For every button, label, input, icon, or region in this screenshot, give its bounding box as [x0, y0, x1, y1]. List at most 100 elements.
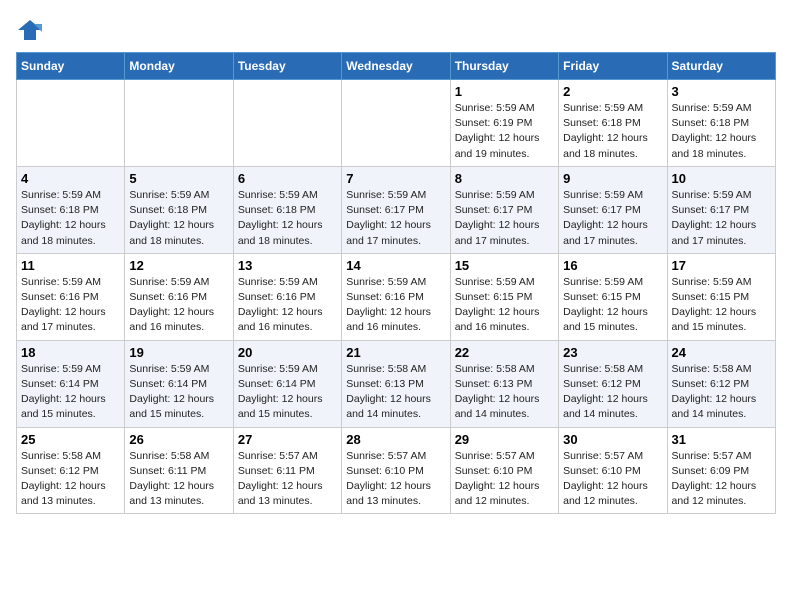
- calendar-cell: 11 Sunrise: 5:59 AM Sunset: 6:16 PM Dayli…: [17, 253, 125, 340]
- day-info: Sunrise: 5:59 AM Sunset: 6:18 PM Dayligh…: [129, 188, 228, 249]
- day-number: 6: [238, 171, 337, 186]
- calendar-cell: 14 Sunrise: 5:59 AM Sunset: 6:16 PM Dayli…: [342, 253, 450, 340]
- calendar-cell: 29 Sunrise: 5:57 AM Sunset: 6:10 PM Dayli…: [450, 427, 558, 514]
- day-number: 28: [346, 432, 445, 447]
- calendar-cell: 30Sunrise: 5:57 AM Sunset: 6:10 PM Dayli…: [559, 427, 667, 514]
- calendar-cell: 17 Sunrise: 5:59 AM Sunset: 6:15 PM Dayli…: [667, 253, 775, 340]
- weekday-header-friday: Friday: [559, 53, 667, 80]
- calendar-cell: 5Sunrise: 5:59 AM Sunset: 6:18 PM Daylig…: [125, 166, 233, 253]
- day-number: 29: [455, 432, 554, 447]
- calendar-cell: 12 Sunrise: 5:59 AM Sunset: 6:16 PM Dayli…: [125, 253, 233, 340]
- calendar-cell: 22Sunrise: 5:58 AM Sunset: 6:13 PM Dayli…: [450, 340, 558, 427]
- day-info: Sunrise: 5:59 AM Sunset: 6:14 PM Dayligh…: [238, 362, 337, 423]
- calendar-cell: 7 Sunrise: 5:59 AM Sunset: 6:17 PM Daylig…: [342, 166, 450, 253]
- day-number: 1: [455, 84, 554, 99]
- weekday-header-row: SundayMondayTuesdayWednesdayThursdayFrid…: [17, 53, 776, 80]
- day-info: Sunrise: 5:59 AM Sunset: 6:19 PM Dayligh…: [455, 101, 554, 162]
- calendar-cell: 1 Sunrise: 5:59 AM Sunset: 6:19 PM Daylig…: [450, 80, 558, 167]
- day-info: Sunrise: 5:58 AM Sunset: 6:13 PM Dayligh…: [346, 362, 445, 423]
- day-info: Sunrise: 5:59 AM Sunset: 6:18 PM Dayligh…: [672, 101, 771, 162]
- day-info: Sunrise: 5:59 AM Sunset: 6:16 PM Dayligh…: [346, 275, 445, 336]
- day-info: Sunrise: 5:57 AM Sunset: 6:11 PM Dayligh…: [238, 449, 337, 510]
- calendar-cell: 10 Sunrise: 5:59 AM Sunset: 6:17 PM Dayli…: [667, 166, 775, 253]
- calendar-cell: 23 Sunrise: 5:58 AM Sunset: 6:12 PM Dayli…: [559, 340, 667, 427]
- day-info: Sunrise: 5:58 AM Sunset: 6:12 PM Dayligh…: [672, 362, 771, 423]
- day-info: Sunrise: 5:59 AM Sunset: 6:17 PM Dayligh…: [672, 188, 771, 249]
- day-number: 20: [238, 345, 337, 360]
- day-info: Sunrise: 5:57 AM Sunset: 6:10 PM Dayligh…: [455, 449, 554, 510]
- calendar-cell: 25 Sunrise: 5:58 AM Sunset: 6:12 PM Dayli…: [17, 427, 125, 514]
- logo-icon: [16, 16, 44, 44]
- day-number: 17: [672, 258, 771, 273]
- day-info: Sunrise: 5:59 AM Sunset: 6:16 PM Dayligh…: [129, 275, 228, 336]
- weekday-header-thursday: Thursday: [450, 53, 558, 80]
- calendar-cell: 2 Sunrise: 5:59 AM Sunset: 6:18 PM Daylig…: [559, 80, 667, 167]
- day-number: 25: [21, 432, 120, 447]
- calendar-cell: 26 Sunrise: 5:58 AM Sunset: 6:11 PM Dayli…: [125, 427, 233, 514]
- calendar-cell: 20 Sunrise: 5:59 AM Sunset: 6:14 PM Dayli…: [233, 340, 341, 427]
- day-info: Sunrise: 5:58 AM Sunset: 6:12 PM Dayligh…: [563, 362, 662, 423]
- calendar-cell: 31 Sunrise: 5:57 AM Sunset: 6:09 PM Dayli…: [667, 427, 775, 514]
- day-info: Sunrise: 5:59 AM Sunset: 6:15 PM Dayligh…: [672, 275, 771, 336]
- day-info: Sunrise: 5:57 AM Sunset: 6:09 PM Dayligh…: [672, 449, 771, 510]
- calendar-cell: 3 Sunrise: 5:59 AM Sunset: 6:18 PM Daylig…: [667, 80, 775, 167]
- calendar-cell: 13 Sunrise: 5:59 AM Sunset: 6:16 PM Dayli…: [233, 253, 341, 340]
- calendar-cell: [125, 80, 233, 167]
- day-info: Sunrise: 5:59 AM Sunset: 6:18 PM Dayligh…: [21, 188, 120, 249]
- day-info: Sunrise: 5:59 AM Sunset: 6:18 PM Dayligh…: [238, 188, 337, 249]
- day-info: Sunrise: 5:59 AM Sunset: 6:16 PM Dayligh…: [21, 275, 120, 336]
- day-info: Sunrise: 5:58 AM Sunset: 6:13 PM Dayligh…: [455, 362, 554, 423]
- day-number: 26: [129, 432, 228, 447]
- calendar-week-3: 11 Sunrise: 5:59 AM Sunset: 6:16 PM Dayli…: [17, 253, 776, 340]
- day-number: 16: [563, 258, 662, 273]
- calendar-cell: [17, 80, 125, 167]
- calendar-table: SundayMondayTuesdayWednesdayThursdayFrid…: [16, 52, 776, 514]
- day-number: 3: [672, 84, 771, 99]
- logo: [16, 16, 48, 44]
- day-info: Sunrise: 5:59 AM Sunset: 6:14 PM Dayligh…: [21, 362, 120, 423]
- day-number: 23: [563, 345, 662, 360]
- day-number: 10: [672, 171, 771, 186]
- weekday-header-monday: Monday: [125, 53, 233, 80]
- calendar-week-4: 18 Sunrise: 5:59 AM Sunset: 6:14 PM Dayli…: [17, 340, 776, 427]
- day-number: 11: [21, 258, 120, 273]
- weekday-header-tuesday: Tuesday: [233, 53, 341, 80]
- calendar-cell: 21Sunrise: 5:58 AM Sunset: 6:13 PM Dayli…: [342, 340, 450, 427]
- calendar-week-5: 25 Sunrise: 5:58 AM Sunset: 6:12 PM Dayli…: [17, 427, 776, 514]
- day-info: Sunrise: 5:59 AM Sunset: 6:18 PM Dayligh…: [563, 101, 662, 162]
- day-info: Sunrise: 5:59 AM Sunset: 6:16 PM Dayligh…: [238, 275, 337, 336]
- day-info: Sunrise: 5:59 AM Sunset: 6:14 PM Dayligh…: [129, 362, 228, 423]
- day-number: 19: [129, 345, 228, 360]
- day-info: Sunrise: 5:59 AM Sunset: 6:17 PM Dayligh…: [563, 188, 662, 249]
- day-number: 13: [238, 258, 337, 273]
- day-number: 14: [346, 258, 445, 273]
- day-number: 12: [129, 258, 228, 273]
- day-number: 9: [563, 171, 662, 186]
- calendar-cell: 6 Sunrise: 5:59 AM Sunset: 6:18 PM Daylig…: [233, 166, 341, 253]
- day-number: 30: [563, 432, 662, 447]
- calendar-cell: 19 Sunrise: 5:59 AM Sunset: 6:14 PM Dayli…: [125, 340, 233, 427]
- calendar-cell: 28 Sunrise: 5:57 AM Sunset: 6:10 PM Dayli…: [342, 427, 450, 514]
- day-info: Sunrise: 5:58 AM Sunset: 6:12 PM Dayligh…: [21, 449, 120, 510]
- day-number: 31: [672, 432, 771, 447]
- calendar-cell: 16Sunrise: 5:59 AM Sunset: 6:15 PM Dayli…: [559, 253, 667, 340]
- day-number: 7: [346, 171, 445, 186]
- calendar-week-1: 1 Sunrise: 5:59 AM Sunset: 6:19 PM Daylig…: [17, 80, 776, 167]
- day-number: 18: [21, 345, 120, 360]
- calendar-cell: 27Sunrise: 5:57 AM Sunset: 6:11 PM Dayli…: [233, 427, 341, 514]
- day-number: 2: [563, 84, 662, 99]
- weekday-header-saturday: Saturday: [667, 53, 775, 80]
- calendar-cell: 15Sunrise: 5:59 AM Sunset: 6:15 PM Dayli…: [450, 253, 558, 340]
- day-number: 8: [455, 171, 554, 186]
- day-info: Sunrise: 5:59 AM Sunset: 6:17 PM Dayligh…: [455, 188, 554, 249]
- weekday-header-wednesday: Wednesday: [342, 53, 450, 80]
- day-info: Sunrise: 5:59 AM Sunset: 6:17 PM Dayligh…: [346, 188, 445, 249]
- weekday-header-sunday: Sunday: [17, 53, 125, 80]
- day-number: 24: [672, 345, 771, 360]
- day-info: Sunrise: 5:58 AM Sunset: 6:11 PM Dayligh…: [129, 449, 228, 510]
- day-info: Sunrise: 5:57 AM Sunset: 6:10 PM Dayligh…: [346, 449, 445, 510]
- calendar-cell: 4 Sunrise: 5:59 AM Sunset: 6:18 PM Daylig…: [17, 166, 125, 253]
- calendar-cell: 9 Sunrise: 5:59 AM Sunset: 6:17 PM Daylig…: [559, 166, 667, 253]
- day-number: 4: [21, 171, 120, 186]
- day-info: Sunrise: 5:59 AM Sunset: 6:15 PM Dayligh…: [455, 275, 554, 336]
